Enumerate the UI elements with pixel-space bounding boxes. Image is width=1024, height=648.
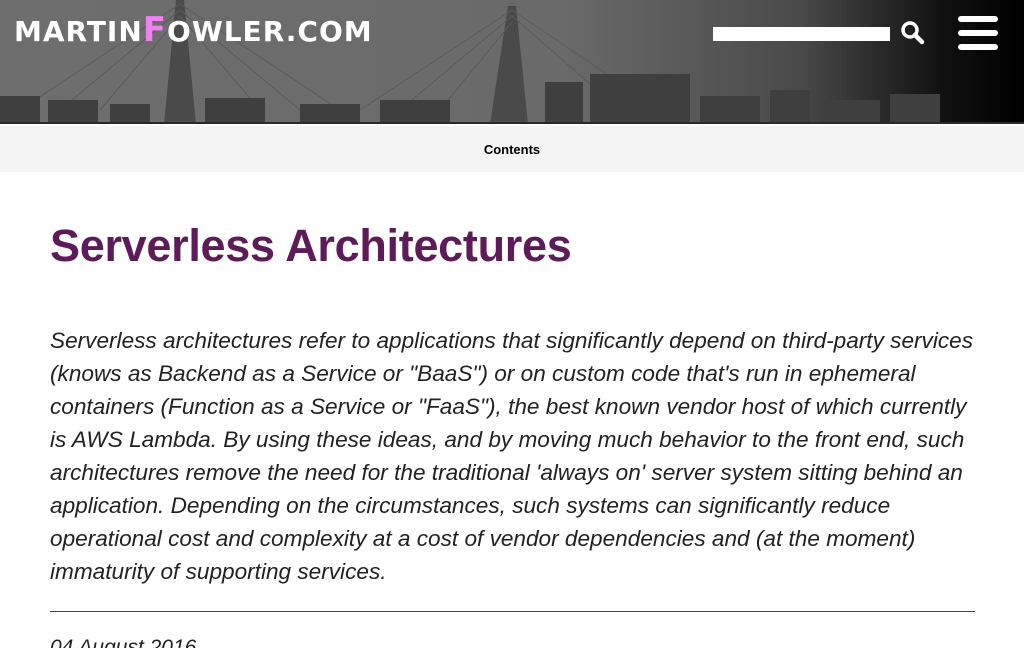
divider — [50, 611, 975, 612]
page-title: Serverless Architectures — [50, 220, 572, 271]
search-icon — [901, 21, 925, 45]
publish-date: 04 August 2016 — [50, 636, 197, 648]
search-button[interactable] — [898, 18, 926, 46]
site-logo[interactable]: MartinFowler.com — [14, 10, 373, 52]
header-banner: MartinFowler.com — [0, 0, 1024, 124]
contents-bar: Contents — [0, 126, 1024, 172]
contents-link[interactable]: Contents — [484, 142, 540, 157]
article-abstract: Serverless architectures refer to applic… — [50, 328, 974, 584]
hamburger-menu-icon — [958, 16, 998, 22]
search-input[interactable] — [713, 27, 890, 41]
hamburger-menu-button[interactable] — [956, 16, 1000, 52]
